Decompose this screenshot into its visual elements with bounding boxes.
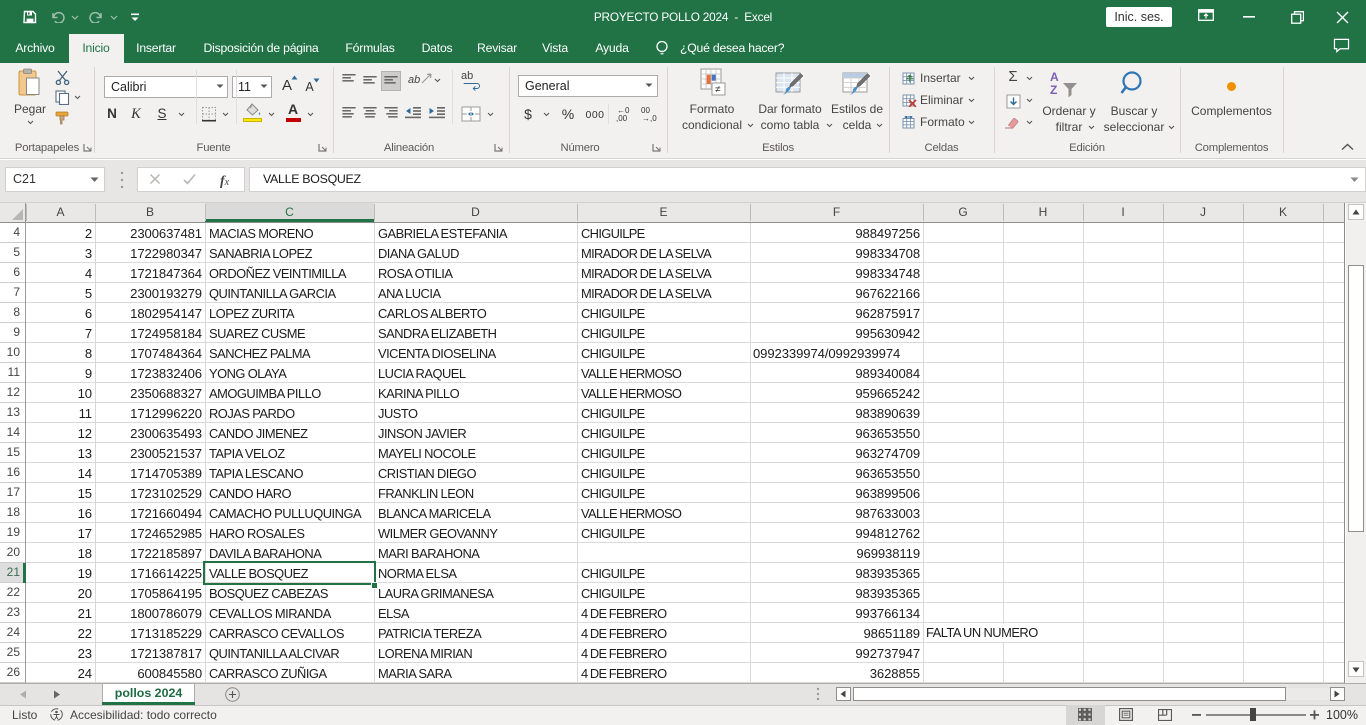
svg-text:≠: ≠ <box>715 85 721 96</box>
svg-text:A: A <box>1050 70 1059 84</box>
svg-text:,00: ,00 <box>616 114 628 123</box>
svg-text:Z: Z <box>1050 83 1057 97</box>
svg-text:→,0: →,0 <box>642 114 657 123</box>
